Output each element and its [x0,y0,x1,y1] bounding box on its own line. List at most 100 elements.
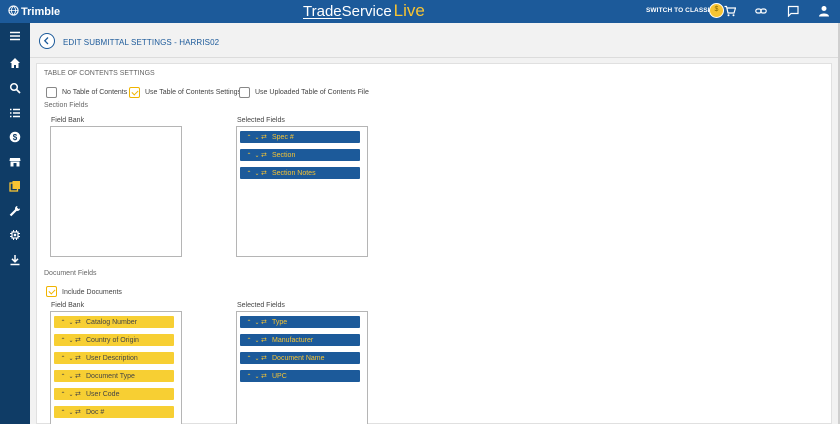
cart-icon[interactable] [724,5,737,17]
document-bank-field[interactable]: ⌃ ⌄ ⇄ User Code [54,388,174,400]
move-up-icon[interactable]: ⌃ [59,355,67,362]
use-toc-settings-checkbox[interactable] [129,87,140,98]
field-name: Type [272,318,288,326]
document-bank-field[interactable]: ⌃ ⌄ ⇄ Document Type [54,370,174,382]
swap-icon[interactable]: ⇄ [261,336,271,344]
field-name: Document Type [86,372,135,380]
move-down-icon[interactable]: ⌄ [253,373,261,380]
chat-icon[interactable] [787,5,799,18]
field-name: Manufacturer [272,336,314,344]
document-bank-field[interactable]: ⌃ ⌄ ⇄ Catalog Number [54,316,174,328]
move-up-icon[interactable]: ⌃ [245,134,253,141]
section-selected-field[interactable]: ⌃ ⌄ ⇄ Section Notes [240,167,360,179]
move-down-icon[interactable]: ⌄ [67,337,75,344]
chevron-left-icon [43,37,49,45]
switch-to-classic-link[interactable]: SWITCH TO CLASSIC [646,7,714,14]
swap-icon[interactable]: ⇄ [75,318,85,326]
move-up-icon[interactable]: ⌃ [245,319,253,326]
swap-icon[interactable]: ⇄ [261,354,271,362]
include-documents-checkbox[interactable] [46,286,57,297]
document-bank-field[interactable]: ⌃ ⌄ ⇄ Country of Origin [54,334,174,346]
swap-icon[interactable]: ⇄ [75,408,85,416]
list-icon[interactable] [9,107,21,119]
field-name: Country of Origin [86,336,139,344]
move-down-icon[interactable]: ⌄ [67,391,75,398]
swap-icon[interactable]: ⇄ [261,169,271,177]
product-brand: Trade Service Live [303,1,425,21]
document-selected-field[interactable]: ⌃ ⌄ ⇄ UPC [240,370,360,382]
dollar-icon[interactable]: $ [9,131,21,143]
sidebar: $ [0,23,30,424]
field-name: User Description [86,354,138,362]
document-selected-field[interactable]: ⌃ ⌄ ⇄ Type [240,316,360,328]
document-bank-field[interactable]: ⌃ ⌄ ⇄ User Description [54,352,174,364]
document-selected-field[interactable]: ⌃ ⌄ ⇄ Document Name [240,352,360,364]
document-bank-field[interactable]: ⌃ ⌄ ⇄ Doc # [54,406,174,418]
download-icon[interactable] [9,254,21,266]
link-icon[interactable] [755,5,767,17]
user-icon[interactable] [818,5,830,17]
move-up-icon[interactable]: ⌃ [59,391,67,398]
submittals-icon[interactable] [9,180,21,192]
move-up-icon[interactable]: ⌃ [59,319,67,326]
trimble-logo[interactable]: Trimble [8,5,60,19]
swap-icon[interactable]: ⇄ [261,372,271,380]
section-fields-heading: Section Fields [44,102,88,109]
move-up-icon[interactable]: ⌃ [59,337,67,344]
swap-icon[interactable]: ⇄ [75,354,85,362]
no-toc-checkbox[interactable] [46,87,57,98]
move-down-icon[interactable]: ⌄ [67,355,75,362]
field-name: Catalog Number [86,318,137,326]
logo-text: Trimble [21,6,61,18]
section-field-bank-label: Field Bank [51,117,85,124]
move-down-icon[interactable]: ⌄ [253,355,261,362]
field-name: Document Name [272,354,325,362]
field-name: Section [272,151,296,159]
move-up-icon[interactable]: ⌃ [59,373,67,380]
wrench-icon[interactable] [9,205,21,217]
section-field-bank-list[interactable] [50,126,182,257]
swap-icon[interactable]: ⇄ [75,390,85,398]
move-down-icon[interactable]: ⌄ [253,319,261,326]
rewards-coin-icon[interactable]: $ [709,3,724,18]
document-fields-heading: Document Fields [44,270,97,277]
chip-icon[interactable] [9,229,21,241]
move-down-icon[interactable]: ⌄ [253,170,261,177]
brand-part-service: Service [341,3,392,20]
swap-icon[interactable]: ⇄ [261,318,271,326]
move-up-icon[interactable]: ⌃ [245,355,253,362]
document-selected-fields-list[interactable]: ⌃ ⌄ ⇄ Type ⌃ ⌄ ⇄ Manufacturer ⌃ ⌄ ⇄ Document Name… [236,311,368,424]
section-selected-field[interactable]: ⌃ ⌄ ⇄ Spec # [240,131,360,143]
home-icon[interactable] [9,57,21,69]
section-selected-fields-list[interactable]: ⌃ ⌄ ⇄ Spec # ⌃ ⌄ ⇄ Section ⌃ ⌄ ⇄ Section Notes [236,126,368,257]
move-up-icon[interactable]: ⌃ [245,373,253,380]
document-selected-field[interactable]: ⌃ ⌄ ⇄ Manufacturer [240,334,360,346]
move-up-icon[interactable]: ⌃ [245,152,253,159]
brand-part-trade: Trade [303,3,342,20]
main-content: EDIT SUBMITTAL SETTINGS - HARRIS02 TABLE… [30,23,838,424]
menu-icon[interactable] [9,30,21,42]
field-name: User Code [86,390,120,398]
back-button[interactable] [39,33,55,49]
move-up-icon[interactable]: ⌃ [245,170,253,177]
move-down-icon[interactable]: ⌄ [67,373,75,380]
move-down-icon[interactable]: ⌄ [67,319,75,326]
move-down-icon[interactable]: ⌄ [253,152,261,159]
search-icon[interactable] [9,82,21,94]
move-up-icon[interactable]: ⌃ [245,337,253,344]
section-selected-fields-label: Selected Fields [237,117,285,124]
move-down-icon[interactable]: ⌄ [253,134,261,141]
move-down-icon[interactable]: ⌄ [67,409,75,416]
move-down-icon[interactable]: ⌄ [253,337,261,344]
store-icon[interactable] [9,156,21,168]
move-up-icon[interactable]: ⌃ [59,409,67,416]
section-selected-field[interactable]: ⌃ ⌄ ⇄ Section [240,149,360,161]
svg-text:$: $ [13,133,18,142]
document-field-bank-list[interactable]: ⌃ ⌄ ⇄ Catalog Number ⌃ ⌄ ⇄ Country of Origin ⌃… [50,311,182,424]
swap-icon[interactable]: ⇄ [261,151,271,159]
swap-icon[interactable]: ⇄ [261,133,271,141]
swap-icon[interactable]: ⇄ [75,336,85,344]
use-uploaded-toc-checkbox[interactable] [239,87,250,98]
field-name: Spec # [272,133,294,141]
swap-icon[interactable]: ⇄ [75,372,85,380]
